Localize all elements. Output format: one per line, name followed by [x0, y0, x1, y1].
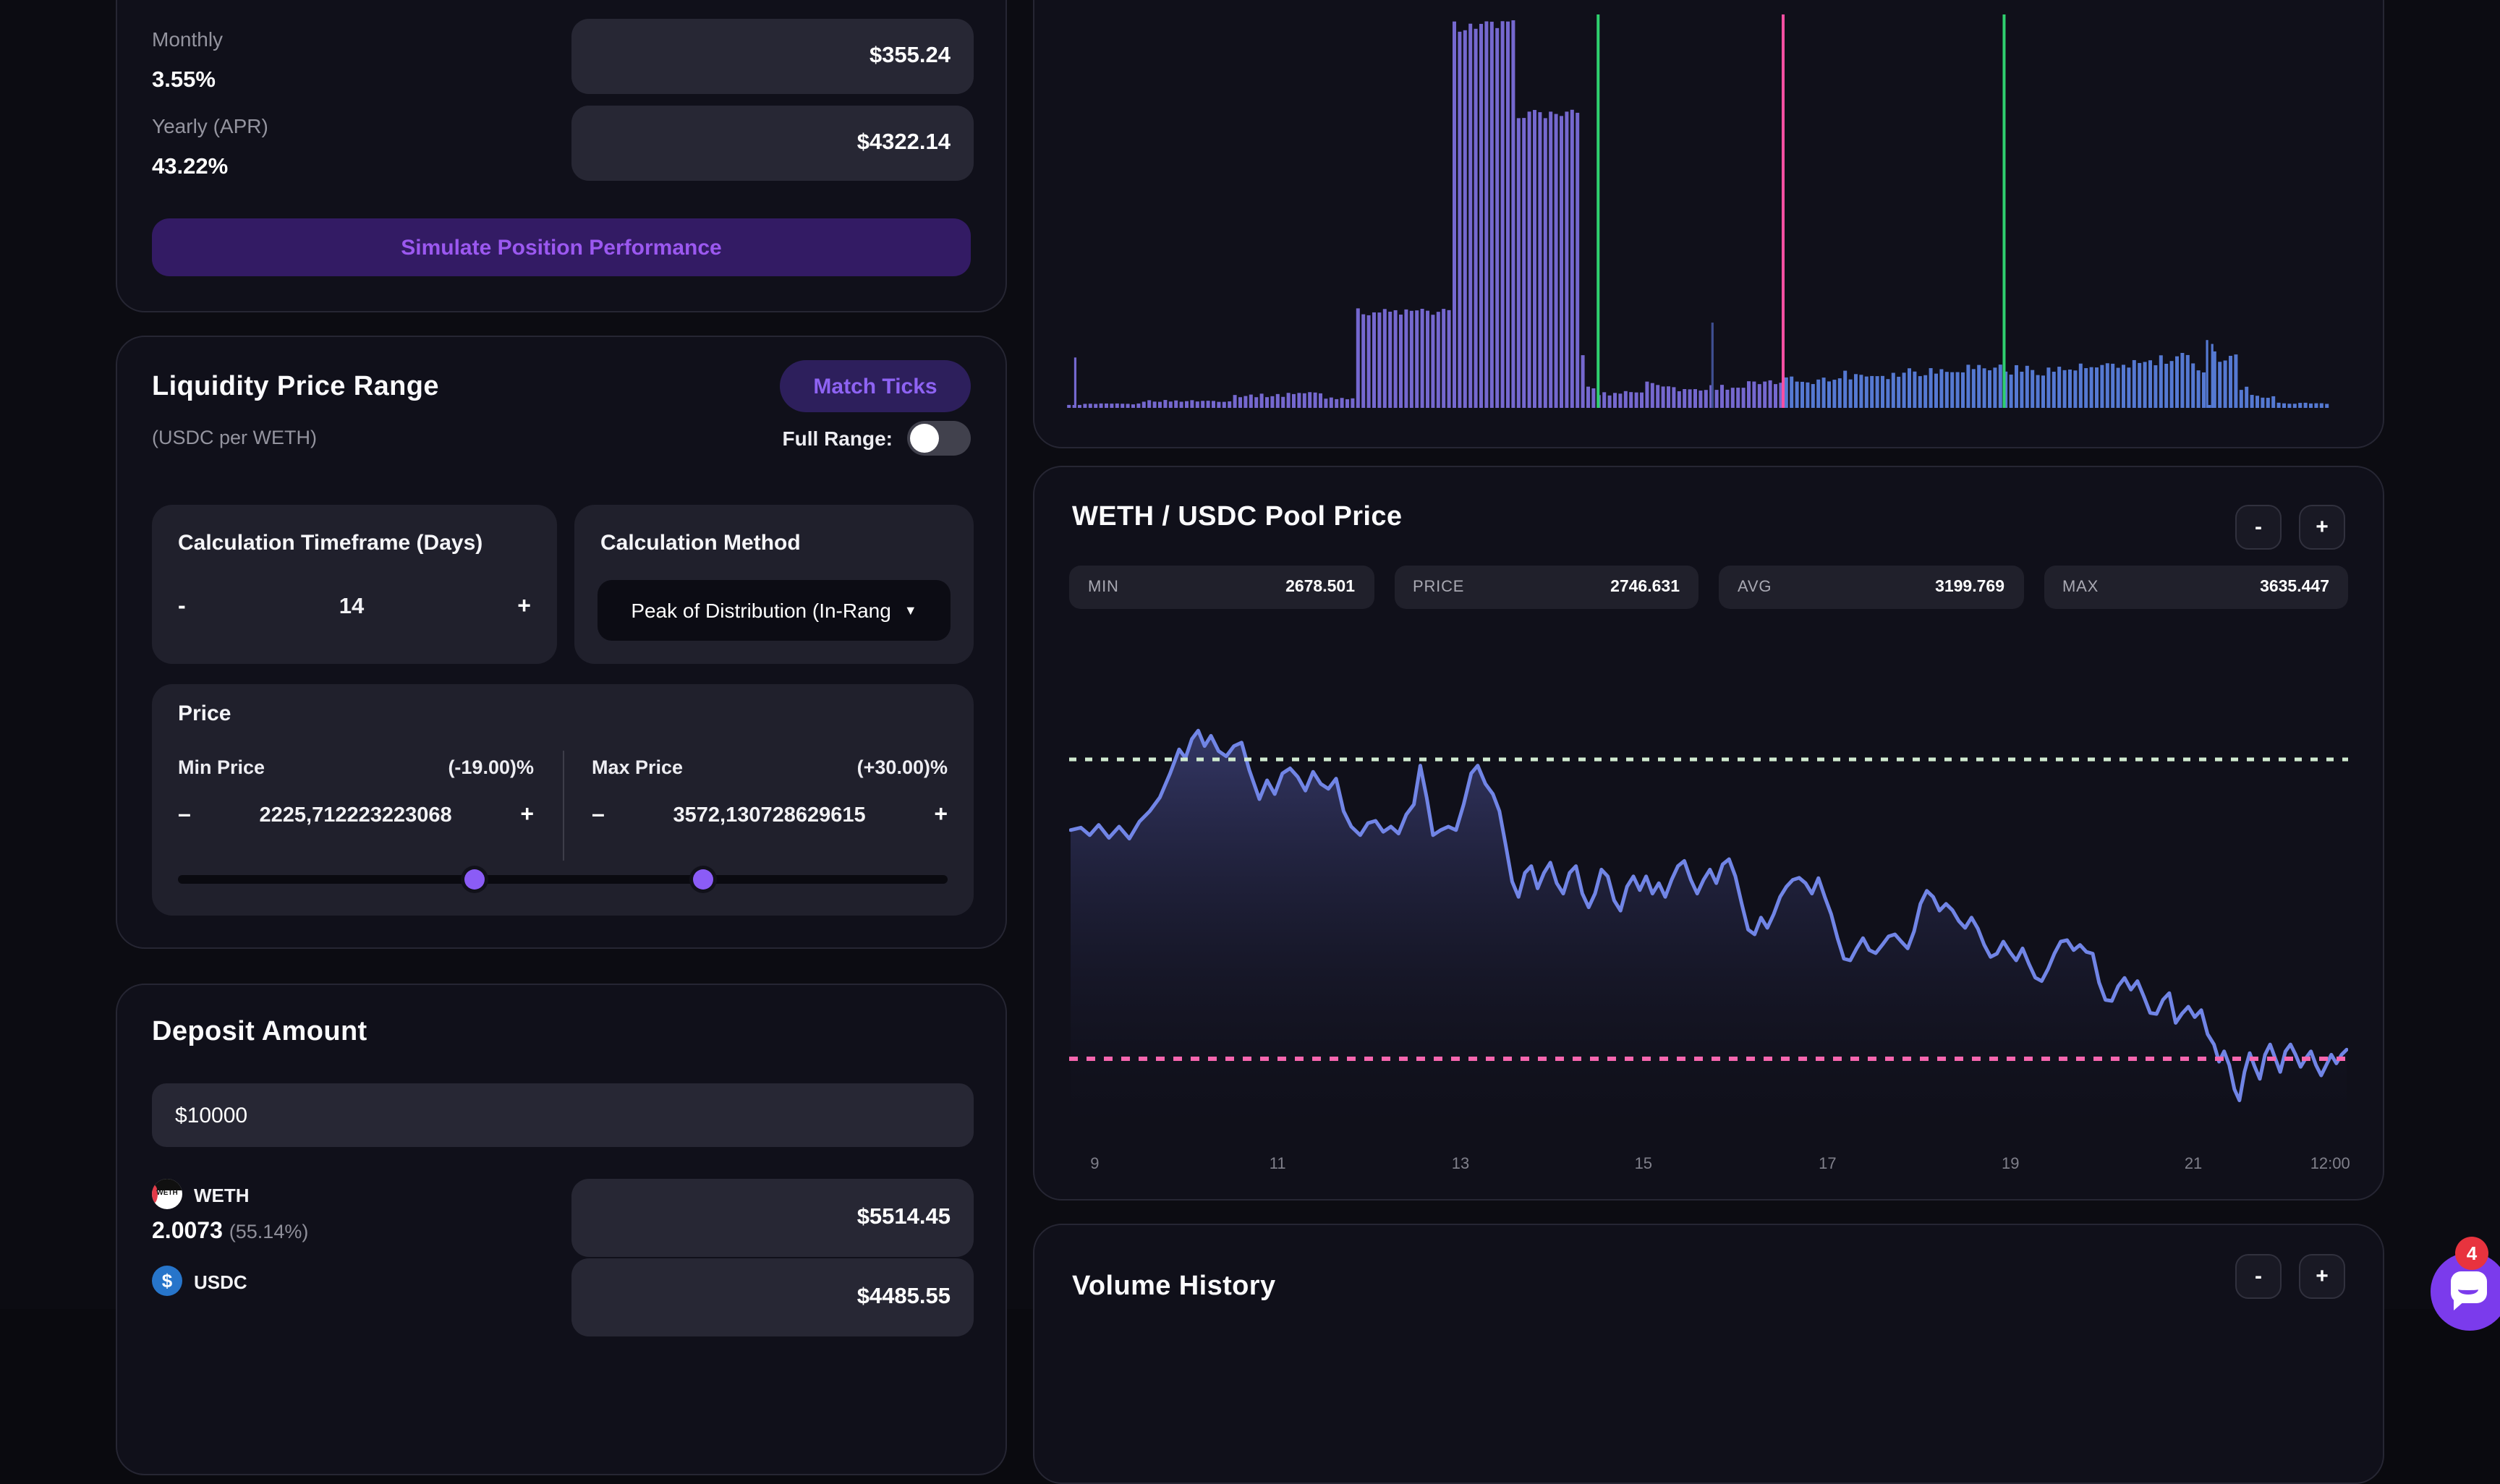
min-price-stepper: – 2225,712223223068 +: [178, 803, 534, 829]
method-selected-value: Peak of Distribution (In-Rang: [631, 599, 891, 622]
match-ticks-button[interactable]: Match Ticks: [780, 360, 971, 412]
pool-price-x-axis: 9 11 13 15 17 19 21 12:00: [1069, 1156, 2348, 1176]
toggle-knob: [910, 424, 939, 453]
pool-simulator-page: Monthly 3.55% $355.24 Yearly (APR) 43.22…: [0, 0, 2500, 1309]
weth-share: (55.14%): [229, 1221, 309, 1242]
full-range-toggle[interactable]: [907, 421, 971, 456]
earnings-card: Monthly 3.55% $355.24 Yearly (APR) 43.22…: [116, 0, 1007, 312]
yearly-percent: 43.22%: [152, 155, 228, 181]
monthly-percent: 3.55%: [152, 68, 216, 94]
price-range-slider[interactable]: [178, 869, 948, 890]
stat-min: MIN 2678.501: [1069, 566, 1374, 609]
usdc-value: $4485.55: [857, 1284, 951, 1310]
x-axis-label: 15: [1635, 1156, 1653, 1173]
min-price-percent: (-19.00)%: [448, 756, 534, 778]
pool-price-title: WETH / USDC Pool Price: [1072, 502, 1402, 534]
pool-zoom-out-button[interactable]: -: [2235, 505, 2282, 550]
weth-value-box: $5514.45: [571, 1179, 974, 1257]
min-price-value[interactable]: 2225,712223223068: [260, 804, 452, 827]
price-title: Price: [178, 702, 231, 726]
deposit-amount-card: Deposit Amount WETH WETH 2.0073 (55.14%)…: [116, 984, 1007, 1475]
timeframe-minus-button[interactable]: -: [178, 594, 186, 621]
stat-max: MAX 3635.447: [2044, 566, 2348, 609]
liquidity-range-title: Liquidity Price Range: [152, 372, 439, 404]
monthly-value: $355.24: [870, 43, 951, 69]
timeframe-title: Calculation Timeframe (Days): [178, 531, 482, 555]
price-unit-subtitle: (USDC per WETH): [152, 427, 317, 448]
pool-stats-row: MIN 2678.501 PRICE 2746.631 AVG 3199.769…: [1069, 566, 2348, 609]
max-price-label: Max Price: [592, 756, 683, 778]
x-axis-label: 13: [1452, 1156, 1470, 1173]
weth-amount-row: 2.0073 (55.14%): [152, 1219, 308, 1245]
pool-price-chart[interactable]: [1069, 629, 2348, 1144]
max-price-minus-button[interactable]: –: [592, 803, 605, 829]
usdc-value-box: $4485.55: [571, 1258, 974, 1336]
max-price-row: Max Price (+30.00)%: [592, 756, 948, 778]
slider-handle-max[interactable]: [693, 869, 713, 890]
yearly-value: $4322.14: [857, 130, 951, 156]
simulate-position-button[interactable]: Simulate Position Performance: [152, 218, 971, 276]
x-axis-label: 12:00: [2310, 1156, 2350, 1173]
method-subcard: Calculation Method Peak of Distribution …: [574, 505, 974, 664]
max-price-percent: (+30.00)%: [857, 756, 948, 778]
max-price-value[interactable]: 3572,130728629615: [673, 804, 866, 827]
max-price-stepper: – 3572,130728629615 +: [592, 803, 948, 829]
volume-zoom-out-button[interactable]: -: [2235, 1254, 2282, 1299]
slider-handle-min[interactable]: [465, 869, 485, 890]
calculation-method-select[interactable]: Peak of Distribution (In-Rang ▼: [598, 580, 951, 641]
volume-history-card: Volume History - +: [1033, 1224, 2384, 1484]
pool-price-card: WETH / USDC Pool Price - + MIN 2678.501 …: [1033, 466, 2384, 1201]
liquidity-histogram-card: [1033, 0, 2384, 448]
monthly-label: Monthly: [152, 27, 223, 51]
full-range-row: Full Range:: [783, 421, 971, 456]
method-title: Calculation Method: [600, 531, 801, 555]
price-subcard: Price Min Price (-19.00)% – 2225,7122232…: [152, 684, 974, 916]
max-price-plus-button[interactable]: +: [934, 803, 948, 829]
x-axis-label: 9: [1090, 1156, 1099, 1173]
chat-unread-badge[interactable]: 4: [2455, 1237, 2488, 1270]
min-price-plus-button[interactable]: +: [520, 803, 534, 829]
weth-token-icon: WETH: [152, 1179, 182, 1209]
timeframe-plus-button[interactable]: +: [517, 594, 531, 621]
timeframe-subcard: Calculation Timeframe (Days) - 14 +: [152, 505, 557, 664]
full-range-label: Full Range:: [783, 427, 893, 450]
yearly-value-box: $4322.14: [571, 106, 974, 181]
x-axis-label: 11: [1270, 1156, 1286, 1173]
deposit-title: Deposit Amount: [152, 1017, 367, 1049]
chevron-down-icon: ▼: [904, 603, 917, 618]
yearly-label: Yearly (APR): [152, 114, 268, 137]
min-price-row: Min Price (-19.00)%: [178, 756, 534, 778]
liquidity-price-range-card: Liquidity Price Range Match Ticks (USDC …: [116, 336, 1007, 949]
weth-amount: 2.0073: [152, 1219, 223, 1244]
usdc-token-icon: $: [152, 1266, 182, 1296]
x-axis-label: 17: [1819, 1156, 1837, 1173]
monthly-value-box: $355.24: [571, 19, 974, 94]
timeframe-stepper: - 14 +: [178, 594, 531, 621]
weth-symbol: WETH: [194, 1185, 250, 1206]
chat-bubble-icon: [2451, 1271, 2487, 1303]
pool-zoom-in-button[interactable]: +: [2299, 505, 2345, 550]
usdc-symbol: USDC: [194, 1271, 247, 1293]
x-axis-label: 19: [2002, 1156, 2020, 1173]
min-price-minus-button[interactable]: –: [178, 803, 191, 829]
slider-track[interactable]: [178, 875, 948, 884]
volume-zoom-in-button[interactable]: +: [2299, 1254, 2345, 1299]
stat-avg: AVG 3199.769: [1719, 566, 2023, 609]
stat-price: PRICE 2746.631: [1394, 566, 1698, 609]
liquidity-histogram-chart[interactable]: [1066, 14, 2351, 412]
timeframe-value[interactable]: 14: [339, 594, 365, 621]
min-price-label: Min Price: [178, 756, 265, 778]
price-columns-divider: [563, 751, 564, 861]
deposit-amount-input[interactable]: [152, 1083, 974, 1147]
volume-history-title: Volume History: [1072, 1271, 1276, 1303]
weth-value: $5514.45: [857, 1205, 951, 1231]
x-axis-label: 21: [2185, 1156, 2203, 1173]
